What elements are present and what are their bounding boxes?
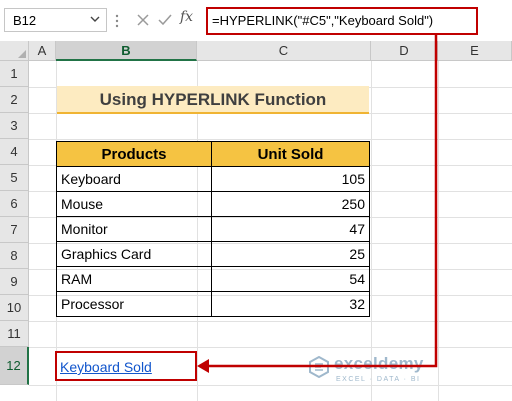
name-box-value: B12 bbox=[13, 13, 37, 28]
product-cell[interactable]: Monitor bbox=[56, 216, 212, 242]
gridline bbox=[371, 61, 372, 401]
exceldemy-logo-icon bbox=[309, 356, 329, 378]
watermark-name: exceldemy bbox=[334, 354, 424, 373]
column-header-c[interactable]: C bbox=[197, 41, 371, 61]
insert-function-button[interactable]: fx bbox=[180, 9, 193, 25]
check-icon[interactable] bbox=[156, 11, 174, 29]
table-row: Keyboard 105 bbox=[56, 166, 370, 192]
header-unit-sold[interactable]: Unit Sold bbox=[211, 141, 370, 167]
table-header-row: Products Unit Sold bbox=[56, 141, 370, 167]
unit-sold-cell[interactable]: 54 bbox=[211, 266, 370, 292]
watermark-tagline: EXCEL · DATA · BI bbox=[336, 376, 421, 383]
row-header-3[interactable]: 3 bbox=[0, 113, 29, 139]
product-cell[interactable]: Mouse bbox=[56, 191, 212, 217]
chevron-down-icon[interactable] bbox=[90, 14, 100, 24]
product-cell[interactable]: Keyboard bbox=[56, 166, 212, 192]
formula-input[interactable]: =HYPERLINK("#C5","Keyboard Sold") bbox=[212, 13, 433, 28]
data-table: Products Unit Sold Keyboard 105 Mouse 25… bbox=[56, 141, 370, 317]
unit-sold-cell[interactable]: 105 bbox=[211, 166, 370, 192]
column-header-b[interactable]: B bbox=[56, 41, 197, 61]
gridline bbox=[29, 321, 512, 322]
table-row: RAM 54 bbox=[56, 266, 370, 292]
unit-sold-cell[interactable]: 32 bbox=[211, 291, 370, 317]
column-header-e[interactable]: E bbox=[438, 41, 512, 61]
row-header-11[interactable]: 11 bbox=[0, 321, 29, 347]
gridline bbox=[29, 347, 512, 348]
row-header-2[interactable]: 2 bbox=[0, 87, 29, 113]
table-row: Graphics Card 25 bbox=[56, 241, 370, 267]
row-header-12[interactable]: 12 bbox=[0, 347, 29, 385]
selected-cell-b12[interactable]: Keyboard Sold bbox=[55, 351, 197, 381]
row-header-9[interactable]: 9 bbox=[0, 269, 29, 295]
row-header-4[interactable]: 4 bbox=[0, 139, 29, 165]
more-options-icon[interactable] bbox=[114, 13, 120, 29]
table-row: Processor 32 bbox=[56, 291, 370, 317]
unit-sold-cell[interactable]: 25 bbox=[211, 241, 370, 267]
row-header-1[interactable]: 1 bbox=[0, 61, 29, 87]
sheet-title[interactable]: Using HYPERLINK Function bbox=[57, 86, 369, 114]
header-products[interactable]: Products bbox=[56, 141, 212, 167]
select-all-icon bbox=[18, 50, 26, 58]
formula-bar: B12 fx =HYPERLINK("#C5","Keyboard Sold") bbox=[0, 0, 512, 44]
unit-sold-cell[interactable]: 250 bbox=[211, 191, 370, 217]
gridline bbox=[29, 139, 512, 140]
close-icon[interactable] bbox=[134, 11, 152, 29]
keyboard-sold-hyperlink[interactable]: Keyboard Sold bbox=[60, 359, 152, 375]
row-header-6[interactable]: 6 bbox=[0, 191, 29, 217]
row-header-5[interactable]: 5 bbox=[0, 165, 29, 191]
product-cell[interactable]: RAM bbox=[56, 266, 212, 292]
row-header-10[interactable]: 10 bbox=[0, 295, 29, 321]
product-cell[interactable]: Graphics Card bbox=[56, 241, 212, 267]
product-cell[interactable]: Processor bbox=[56, 291, 212, 317]
formula-input-highlight[interactable]: =HYPERLINK("#C5","Keyboard Sold") bbox=[206, 7, 478, 35]
column-header-a[interactable]: A bbox=[29, 41, 56, 61]
unit-sold-cell[interactable]: 47 bbox=[211, 216, 370, 242]
name-box[interactable]: B12 bbox=[4, 8, 107, 32]
column-header-d[interactable]: D bbox=[371, 41, 438, 61]
row-header-8[interactable]: 8 bbox=[0, 243, 29, 269]
gridline bbox=[438, 61, 439, 401]
table-row: Mouse 250 bbox=[56, 191, 370, 217]
table-row: Monitor 47 bbox=[56, 216, 370, 242]
select-all-corner[interactable] bbox=[0, 41, 29, 61]
row-header-7[interactable]: 7 bbox=[0, 217, 29, 243]
exceldemy-watermark: exceldemy EXCEL · DATA · BI bbox=[300, 352, 480, 388]
